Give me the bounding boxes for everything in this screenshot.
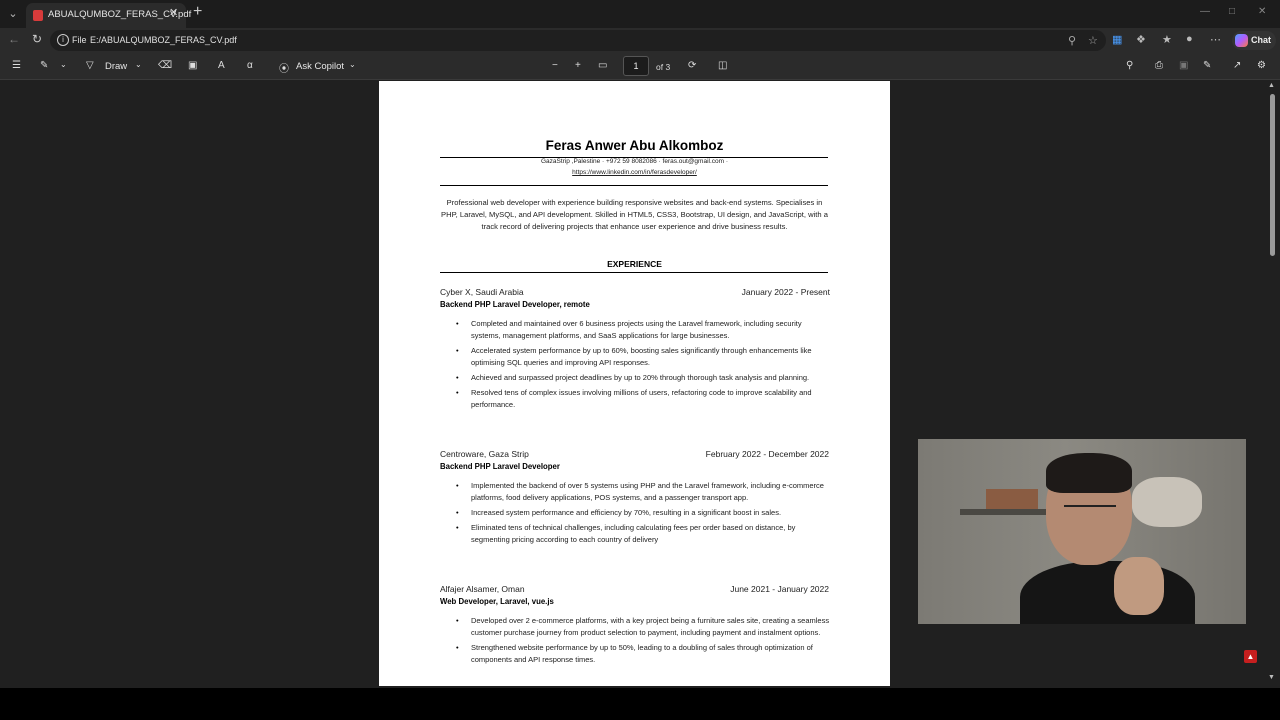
job-role: Backend PHP Laravel Developer <box>440 462 560 471</box>
info-icon[interactable]: i <box>57 34 69 46</box>
list-item: Strengthened website performance by up t… <box>456 642 831 666</box>
tab-strip: ⌄ ABUALQUMBOZ_FERAS_CV.pdf ✕ + — □ ✕ <box>0 0 1280 28</box>
webcam-person-hair <box>1046 453 1132 493</box>
rotate-icon[interactable]: ⟳ <box>688 60 696 71</box>
tab-active-pdf[interactable]: ABUALQUMBOZ_FERAS_CV.pdf ✕ <box>26 3 191 28</box>
linkedin-link[interactable]: https://www.linkedin.com/in/ferasdevelop… <box>379 169 890 176</box>
favorites-icon[interactable]: ★ <box>1162 33 1172 46</box>
copilot-logo-icon <box>1235 34 1248 47</box>
zoom-icon[interactable]: ⚲ <box>1068 34 1076 47</box>
webcam-overlay <box>918 439 1246 624</box>
close-tab-icon[interactable]: ✕ <box>169 6 178 19</box>
refresh-icon[interactable]: ↻ <box>32 32 42 46</box>
copilot-chat-label: Chat <box>1251 35 1271 45</box>
save-icon[interactable]: ▣ <box>1179 60 1188 71</box>
url-text[interactable]: E:/ABUALQUMBOZ_FERAS_CV.pdf <box>90 35 237 45</box>
job-company: Cyber X, Saudi Arabia <box>440 287 524 297</box>
pdf-file-icon <box>33 10 43 21</box>
highlight-dropdown-chevron-icon[interactable]: ⌄ <box>60 60 67 69</box>
job-bullets: Developed over 2 e-commerce platforms, w… <box>456 615 831 669</box>
job-company: Centroware, Gaza Strip <box>440 449 529 459</box>
search-icon[interactable]: ⚲ <box>1126 60 1133 71</box>
divider <box>440 185 828 186</box>
job-role: Backend PHP Laravel Developer, remote <box>440 300 590 309</box>
pdf-toolbar: ☰ ✎ ⌄ ▽ Draw ⌄ ⌫ ▣ A α ⦿ Ask Copilot ⌄ −… <box>0 53 1280 80</box>
url-scheme-label: File <box>72 35 87 45</box>
list-item: Developed over 2 e-commerce platforms, w… <box>456 615 831 639</box>
page-view-icon[interactable]: ◫ <box>718 60 727 71</box>
draw-label[interactable]: Draw <box>105 61 127 72</box>
vertical-scrollbar[interactable]: ▲ ▼ <box>1268 82 1276 684</box>
webcam-books <box>986 489 1038 509</box>
tab-actions-chevron-icon[interactable]: ⌄ <box>4 5 22 23</box>
copilot-chat-button[interactable]: Chat <box>1232 31 1276 50</box>
settings-gear-icon[interactable]: ⚙ <box>1257 60 1266 71</box>
webcam-lamp <box>1132 477 1202 527</box>
scroll-down-arrow-icon[interactable]: ▼ <box>1268 674 1275 681</box>
eraser-icon[interactable]: ⌫ <box>158 60 172 71</box>
minimize-icon[interactable]: — <box>1200 6 1210 17</box>
address-bar[interactable]: i File E:/ABUALQUMBOZ_FERAS_CV.pdf ⚲ ☆ <box>50 30 1106 51</box>
job-bullets: Implemented the backend of over 5 system… <box>456 480 831 549</box>
scroll-thumb[interactable] <box>1270 94 1275 256</box>
job-company: Alfajer Alsamer, Oman <box>440 584 525 594</box>
contact-info: GazaStrip ,Palestine · +972 59 8082086 ·… <box>540 158 729 165</box>
edge-pdf-viewer-window: ⌄ ABUALQUMBOZ_FERAS_CV.pdf ✕ + — □ ✕ ← ↻… <box>0 0 1280 720</box>
job-role: Web Developer, Laravel, vue.js <box>440 597 554 606</box>
list-item: Increased system performance and efficie… <box>456 507 831 519</box>
list-item: Accelerated system performance by up to … <box>456 345 831 369</box>
text-box-icon[interactable]: ▣ <box>188 60 197 71</box>
save-as-icon[interactable]: ✎ <box>1203 60 1211 71</box>
pdf-page[interactable]: Feras Anwer Abu Alkomboz GazaStrip ,Pale… <box>379 81 890 686</box>
divider <box>440 272 828 273</box>
extension-f-icon[interactable]: ▦ <box>1112 33 1122 46</box>
maximize-icon[interactable]: □ <box>1229 6 1235 17</box>
more-options-icon[interactable]: ⋯ <box>1210 33 1221 46</box>
job-bullets: Completed and maintained over 6 business… <box>456 318 831 414</box>
webcam-glasses <box>1064 505 1116 517</box>
webcam-person-hand <box>1114 557 1164 615</box>
fullscreen-icon[interactable]: ↗ <box>1233 60 1241 71</box>
job-dates: February 2022 - December 2022 <box>705 449 829 459</box>
experience-heading: EXPERIENCE <box>607 259 662 269</box>
draw-pen-icon[interactable]: ▽ <box>86 60 94 71</box>
job-dates: January 2022 - Present <box>741 287 830 297</box>
zoom-in-plus-icon[interactable]: + <box>575 60 581 71</box>
new-tab-plus-icon[interactable]: + <box>193 3 202 21</box>
highlight-icon[interactable]: ✎ <box>40 60 48 71</box>
draw-dropdown-chevron-icon[interactable]: ⌄ <box>135 60 142 69</box>
ask-copilot-chevron-icon[interactable]: ⌄ <box>349 60 356 69</box>
contents-menu-icon[interactable]: ☰ <box>12 60 21 71</box>
list-item: Eliminated tens of technical challenges,… <box>456 522 831 546</box>
ask-copilot-icon[interactable]: ⦿ <box>279 60 289 75</box>
ask-copilot-label[interactable]: Ask Copilot <box>296 61 344 72</box>
list-item: Completed and maintained over 6 business… <box>456 318 831 342</box>
translate-icon[interactable]: α <box>247 60 253 71</box>
back-arrow-icon[interactable]: ← <box>8 32 20 46</box>
list-item: Achieved and surpassed project deadlines… <box>456 372 831 384</box>
resume-name: Feras Anwer Abu Alkomboz <box>545 138 724 153</box>
acrobat-icon[interactable]: ▲ <box>1244 650 1257 663</box>
bottom-black-bar <box>0 688 1280 720</box>
scroll-up-arrow-icon[interactable]: ▲ <box>1268 82 1275 89</box>
list-item: Implemented the backend of over 5 system… <box>456 480 831 504</box>
zoom-out-minus-icon[interactable]: − <box>552 60 558 71</box>
read-aloud-icon[interactable]: A <box>218 60 225 71</box>
navigation-bar: ← ↻ i File E:/ABUALQUMBOZ_FERAS_CV.pdf ⚲… <box>0 28 1280 53</box>
page-number-input[interactable]: 1 <box>623 56 649 76</box>
professional-summary: Professional web developer with experien… <box>441 198 828 231</box>
webcam-person-body <box>1020 561 1195 624</box>
profile-avatar-icon[interactable]: ● <box>1186 33 1193 45</box>
favorite-star-icon[interactable]: ☆ <box>1088 34 1098 47</box>
list-item: Resolved tens of complex issues involvin… <box>456 387 831 411</box>
page-count-label: of 3 <box>656 62 671 72</box>
fit-to-page-icon[interactable]: ▭ <box>598 60 607 71</box>
close-window-icon[interactable]: ✕ <box>1258 6 1266 17</box>
print-icon[interactable]: ⎙ <box>1155 60 1163 71</box>
job-dates: June 2021 - January 2022 <box>730 584 829 594</box>
extensions-puzzle-icon[interactable]: ❖ <box>1136 33 1146 46</box>
